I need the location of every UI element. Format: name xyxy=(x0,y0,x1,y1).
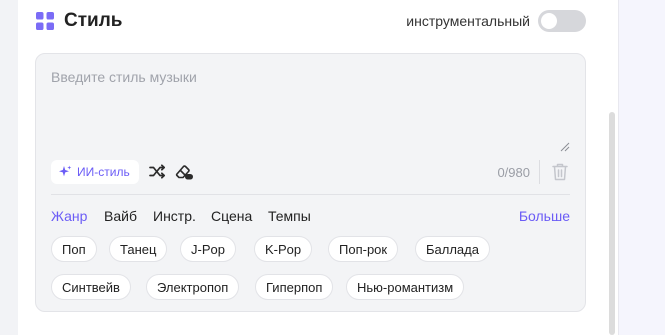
tab-tempos[interactable]: Темпы xyxy=(268,207,311,225)
section-title: Стиль xyxy=(64,10,123,31)
tab-scene[interactable]: Сцена xyxy=(211,207,252,225)
trash-icon[interactable] xyxy=(552,163,568,181)
chip-ballad[interactable]: Баллада xyxy=(415,236,490,262)
scrollbar-thumb[interactable] xyxy=(609,112,615,335)
resize-handle-icon[interactable] xyxy=(560,142,570,152)
toolbar-divider xyxy=(539,160,540,184)
char-counter: 0/980 xyxy=(497,165,530,180)
chip-pop[interactable]: Поп xyxy=(51,236,97,262)
chip-k-pop[interactable]: K-Pop xyxy=(254,236,313,262)
chip-j-pop[interactable]: J-Pop xyxy=(180,236,236,262)
side-panel-edge xyxy=(618,0,665,335)
card-divider xyxy=(51,194,570,195)
tab-vibe[interactable]: Вайб xyxy=(104,207,137,225)
chip-synthwave[interactable]: Синтвейв xyxy=(51,274,131,300)
sparkle-icon xyxy=(59,165,72,177)
ai-style-label: ИИ-стиль xyxy=(77,165,130,179)
chip-electropop[interactable]: Электропоп xyxy=(146,274,240,300)
eraser-icon[interactable] xyxy=(174,163,194,181)
grid-squares-icon xyxy=(36,12,54,30)
style-input[interactable] xyxy=(51,69,570,155)
chip-hyperpop[interactable]: Гиперпоп xyxy=(255,274,334,300)
ai-style-button[interactable]: ИИ-стиль xyxy=(51,160,139,184)
chip-pop-rock[interactable]: Поп-рок xyxy=(328,236,399,262)
toggle-knob xyxy=(541,13,557,29)
more-link[interactable]: Больше xyxy=(519,207,570,225)
instrumental-toggle-label: инструментальный xyxy=(406,13,530,29)
tab-genre[interactable]: Жанр xyxy=(51,207,87,225)
chip-dance[interactable]: Танец xyxy=(109,236,168,262)
shuffle-icon[interactable] xyxy=(149,164,166,179)
tab-instruments[interactable]: Инстр. xyxy=(153,207,196,225)
chip-new-romantic[interactable]: Нью-романтизм xyxy=(346,274,465,300)
instrumental-toggle[interactable] xyxy=(538,10,586,32)
